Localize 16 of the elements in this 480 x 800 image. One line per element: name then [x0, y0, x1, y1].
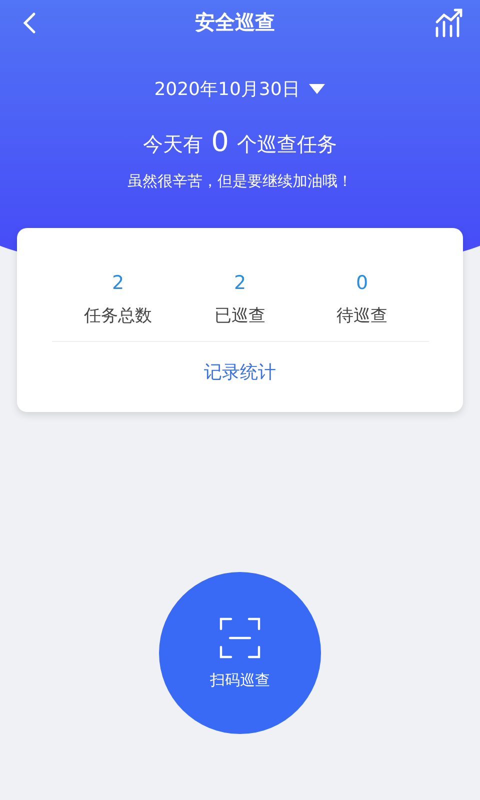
stat-label: 已巡查	[214, 305, 266, 327]
stat-value: 2	[234, 272, 246, 294]
date-picker[interactable]: 2020年10月30日	[152, 75, 328, 103]
scan-button[interactable]: 扫码巡查	[159, 572, 321, 734]
stat-label: 待巡查	[336, 305, 388, 327]
stat-value: 0	[356, 272, 368, 294]
scan-icon	[219, 616, 261, 658]
stat-label: 任务总数	[84, 305, 152, 327]
page-title: 安全巡查	[195, 9, 275, 36]
summary-text: 今天有	[143, 131, 204, 158]
caret-icon	[308, 83, 326, 95]
summary-text: 个巡查任务	[236, 131, 337, 158]
record-stats-link[interactable]: 记录统计	[204, 360, 276, 384]
stat-value: 2	[112, 272, 124, 294]
task-count: 0	[211, 125, 229, 158]
slogan: 虽然很辛苦，但是要继续加油哦！	[128, 172, 352, 191]
